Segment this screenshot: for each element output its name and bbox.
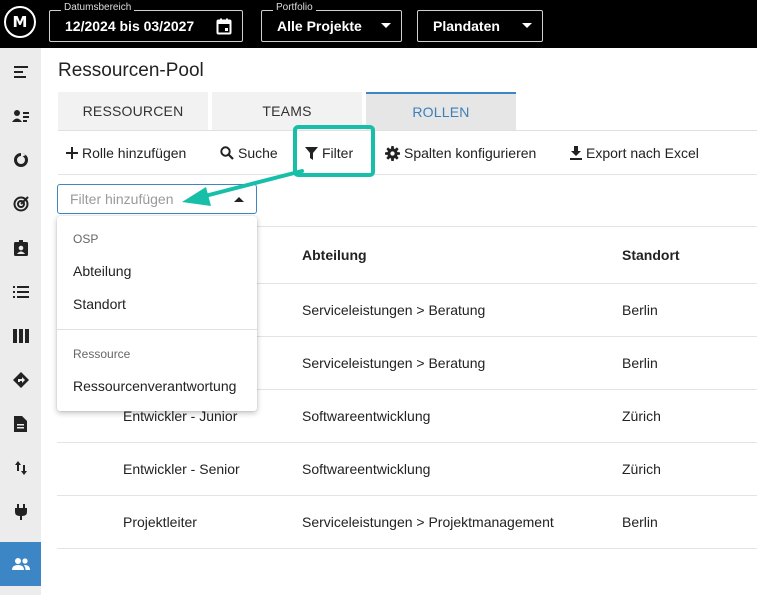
- dropdown-item-location[interactable]: Standort: [57, 288, 257, 320]
- sidebar: [0, 48, 41, 595]
- column-header-dept[interactable]: Abteilung: [302, 227, 367, 283]
- page-title: Ressourcen-Pool: [58, 60, 204, 81]
- data-source-select[interactable]: Plandaten: [417, 10, 543, 42]
- document-icon: [14, 416, 27, 432]
- data-source-value: Plandaten: [433, 18, 500, 34]
- portfolio-legend: Portfolio: [273, 2, 316, 14]
- filter-highlight-box: [293, 125, 375, 177]
- add-role-label: Rolle hinzufügen: [82, 145, 187, 161]
- sidebar-item-list[interactable]: [0, 270, 41, 314]
- sidebar-item-menu[interactable]: [0, 50, 41, 94]
- dropdown-group-osp: OSP: [73, 232, 99, 246]
- column-header-location[interactable]: Standort: [622, 227, 680, 283]
- cell-location: Zürich: [622, 461, 661, 477]
- date-range-picker[interactable]: Datumsbereich 12/2024 bis 03/2027: [49, 2, 243, 42]
- add-role-button[interactable]: Rolle hinzufügen: [66, 131, 186, 175]
- filter-select[interactable]: Filter hinzufügen: [57, 184, 257, 214]
- portfolio-value: Alle Projekte: [277, 18, 362, 34]
- export-excel-button[interactable]: Export nach Excel: [570, 131, 699, 175]
- caret-up-icon: [234, 196, 244, 202]
- cell-location: Berlin: [622, 514, 658, 530]
- chevron-down-icon: [381, 23, 391, 29]
- toolbar: Rolle hinzufügen Suche Filter Spalten ko…: [58, 131, 757, 175]
- sidebar-item-contacts[interactable]: [0, 226, 41, 270]
- contact-badge-icon: [13, 240, 28, 256]
- cell-role-name: Entwickler - Senior: [123, 461, 240, 477]
- sidebar-item-targets[interactable]: [0, 182, 41, 226]
- tab-bar: RESSOURCEN TEAMS ROLLEN: [58, 92, 520, 130]
- columns-icon: [12, 329, 29, 343]
- person-list-icon: [11, 110, 29, 122]
- filter-dropdown-menu: OSP Abteilung Standort Ressource Ressour…: [57, 216, 257, 411]
- search-label: Suche: [238, 145, 278, 161]
- swap-vertical-icon: [14, 461, 27, 475]
- date-range-legend: Datumsbereich: [61, 2, 135, 14]
- app-logo[interactable]: M: [4, 6, 36, 38]
- cell-dept: Serviceleistungen > Projektmanagement: [302, 514, 554, 530]
- search-icon: [220, 146, 234, 160]
- dropdown-divider: [57, 329, 257, 330]
- download-icon: [570, 146, 582, 160]
- configure-columns-button[interactable]: Spalten konfigurieren: [385, 131, 536, 175]
- target-icon: [13, 196, 29, 212]
- configure-columns-label: Spalten konfigurieren: [404, 145, 537, 161]
- table-row[interactable]: Projektleiter Serviceleistungen > Projek…: [57, 496, 757, 549]
- dropdown-item-resource-responsibility[interactable]: Ressourcenverantwortung: [57, 370, 257, 402]
- search-button[interactable]: Suche: [220, 131, 278, 175]
- calendar-icon[interactable]: [216, 18, 232, 35]
- progress-icon: [13, 152, 28, 167]
- gear-icon: [385, 145, 400, 161]
- people-icon: [11, 558, 30, 570]
- export-excel-label: Export nach Excel: [586, 145, 699, 161]
- cell-role-name: Projektleiter: [123, 514, 197, 530]
- sidebar-item-directions[interactable]: [0, 358, 41, 402]
- direction-icon: [12, 372, 29, 388]
- table-row[interactable]: Entwickler - Senior Softwareentwicklung …: [57, 443, 757, 496]
- cell-location: Zürich: [622, 408, 661, 424]
- menu-collapse-icon: [13, 66, 28, 78]
- cell-location: Berlin: [622, 355, 658, 371]
- portfolio-select[interactable]: Portfolio Alle Projekte: [261, 2, 402, 42]
- tab-roles[interactable]: ROLLEN: [366, 92, 516, 130]
- sidebar-item-resource-pool[interactable]: [0, 542, 41, 586]
- sidebar-item-integrations[interactable]: [0, 490, 41, 534]
- filter-select-placeholder: Filter hinzufügen: [70, 191, 174, 207]
- tab-resources[interactable]: RESSOURCEN: [58, 92, 208, 130]
- cell-dept: Serviceleistungen > Beratung: [302, 302, 486, 318]
- chevron-down-icon: [522, 23, 532, 29]
- list-icon: [12, 286, 29, 298]
- logo-text: M: [12, 13, 28, 31]
- plug-icon: [14, 504, 27, 520]
- cell-dept: Serviceleistungen > Beratung: [302, 355, 486, 371]
- dropdown-group-resource: Ressource: [73, 347, 131, 361]
- top-bar: M Datumsbereich 12/2024 bis 03/2027 Port…: [0, 0, 757, 48]
- cell-location: Berlin: [622, 302, 658, 318]
- dropdown-item-department[interactable]: Abteilung: [57, 255, 257, 287]
- plus-icon: [66, 147, 78, 159]
- sidebar-item-transfers[interactable]: [0, 446, 41, 490]
- sidebar-item-persons[interactable]: [0, 94, 41, 138]
- date-range-value: 12/2024 bis 03/2027: [65, 18, 195, 34]
- sidebar-item-progress[interactable]: [0, 138, 41, 182]
- sidebar-item-documents[interactable]: [0, 402, 41, 446]
- cell-dept: Softwareentwicklung: [302, 408, 431, 424]
- sidebar-item-columns[interactable]: [0, 314, 41, 358]
- cell-dept: Softwareentwicklung: [302, 461, 431, 477]
